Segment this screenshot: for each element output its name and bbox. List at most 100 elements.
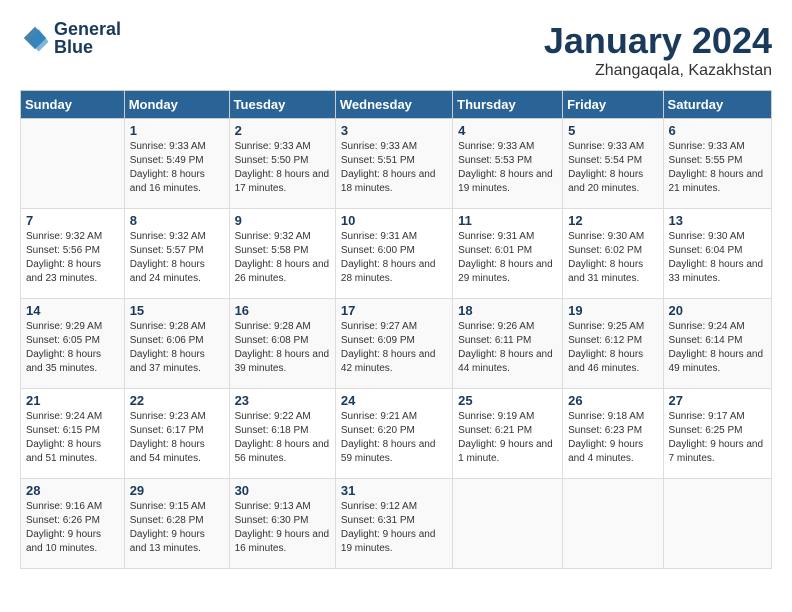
calendar-cell: 24Sunrise: 9:21 AMSunset: 6:20 PMDayligh… — [335, 389, 452, 479]
calendar-cell: 16 Sunrise: 9:28 AMSunset: 6:08 PMDayligh… — [229, 299, 335, 389]
calendar-cell: 8 Sunrise: 9:32 AMSunset: 5:57 PMDaylight… — [124, 209, 229, 299]
day-number: 29 — [130, 483, 224, 498]
logo-text: General Blue — [54, 20, 121, 56]
calendar-cell: 19 Sunrise: 9:25 AMSunset: 6:12 PMDayligh… — [563, 299, 663, 389]
logo-line1: General — [54, 20, 121, 38]
day-info: Sunrise: 9:22 AMSunset: 6:18 PMDaylight:… — [235, 410, 330, 466]
week-row-5: 28 Sunrise: 9:16 AMSunset: 6:26 PMDayligh… — [21, 479, 772, 569]
calendar-cell — [453, 479, 563, 569]
calendar-cell: 5 Sunrise: 9:33 AMSunset: 5:54 PMDaylight… — [563, 119, 663, 209]
day-info: Sunrise: 9:28 AMSunset: 6:08 PMDaylight:… — [235, 320, 330, 376]
day-info: Sunrise: 9:24 AMSunset: 6:15 PMDaylight:… — [26, 410, 119, 466]
calendar-cell — [21, 119, 125, 209]
day-number: 31 — [341, 483, 447, 498]
day-info: Sunrise: 9:28 AMSunset: 6:06 PMDaylight:… — [130, 320, 224, 376]
day-number: 17 — [341, 303, 447, 318]
week-row-2: 7Sunrise: 9:32 AMSunset: 5:56 PMDaylight… — [21, 209, 772, 299]
logo: General Blue — [20, 20, 121, 56]
day-header-monday: Monday — [124, 91, 229, 119]
day-info: Sunrise: 9:33 AMSunset: 5:49 PMDaylight:… — [130, 140, 224, 196]
day-info: Sunrise: 9:17 AMSunset: 6:25 PMDaylight:… — [669, 410, 766, 466]
day-info: Sunrise: 9:33 AMSunset: 5:55 PMDaylight:… — [669, 140, 766, 196]
day-number: 27 — [669, 393, 766, 408]
calendar-cell: 6 Sunrise: 9:33 AMSunset: 5:55 PMDaylight… — [663, 119, 771, 209]
week-row-4: 21Sunrise: 9:24 AMSunset: 6:15 PMDayligh… — [21, 389, 772, 479]
day-info: Sunrise: 9:16 AMSunset: 6:26 PMDaylight:… — [26, 500, 119, 556]
day-info: Sunrise: 9:33 AMSunset: 5:53 PMDaylight:… — [458, 140, 557, 196]
day-number: 5 — [568, 123, 657, 138]
calendar-cell: 7Sunrise: 9:32 AMSunset: 5:56 PMDaylight… — [21, 209, 125, 299]
day-number: 24 — [341, 393, 447, 408]
month-title: January 2024 — [544, 20, 772, 62]
calendar-cell: 18 Sunrise: 9:26 AMSunset: 6:11 PMDayligh… — [453, 299, 563, 389]
calendar-cell: 28 Sunrise: 9:16 AMSunset: 6:26 PMDayligh… — [21, 479, 125, 569]
day-info: Sunrise: 9:30 AMSunset: 6:02 PMDaylight:… — [568, 230, 657, 286]
title-block: January 2024 Zhangaqala, Kazakhstan — [544, 20, 772, 80]
calendar-cell: 4 Sunrise: 9:33 AMSunset: 5:53 PMDaylight… — [453, 119, 563, 209]
calendar-cell: 12Sunrise: 9:30 AMSunset: 6:02 PMDayligh… — [563, 209, 663, 299]
calendar-cell: 22Sunrise: 9:23 AMSunset: 6:17 PMDayligh… — [124, 389, 229, 479]
calendar-cell — [663, 479, 771, 569]
day-number: 23 — [235, 393, 330, 408]
logo-icon — [20, 23, 50, 53]
day-number: 10 — [341, 213, 447, 228]
day-info: Sunrise: 9:31 AMSunset: 6:01 PMDaylight:… — [458, 230, 557, 286]
week-row-3: 14Sunrise: 9:29 AMSunset: 6:05 PMDayligh… — [21, 299, 772, 389]
day-header-friday: Friday — [563, 91, 663, 119]
day-number: 16 — [235, 303, 330, 318]
day-info: Sunrise: 9:32 AMSunset: 5:58 PMDaylight:… — [235, 230, 330, 286]
day-info: Sunrise: 9:12 AMSunset: 6:31 PMDaylight:… — [341, 500, 447, 556]
calendar-cell: 29 Sunrise: 9:15 AMSunset: 6:28 PMDayligh… — [124, 479, 229, 569]
day-number: 13 — [669, 213, 766, 228]
calendar-cell — [563, 479, 663, 569]
day-number: 6 — [669, 123, 766, 138]
calendar-cell: 25Sunrise: 9:19 AMSunset: 6:21 PMDayligh… — [453, 389, 563, 479]
day-info: Sunrise: 9:15 AMSunset: 6:28 PMDaylight:… — [130, 500, 224, 556]
day-info: Sunrise: 9:18 AMSunset: 6:23 PMDaylight:… — [568, 410, 657, 466]
day-info: Sunrise: 9:13 AMSunset: 6:30 PMDaylight:… — [235, 500, 330, 556]
calendar-cell: 21Sunrise: 9:24 AMSunset: 6:15 PMDayligh… — [21, 389, 125, 479]
day-number: 22 — [130, 393, 224, 408]
day-info: Sunrise: 9:33 AMSunset: 5:50 PMDaylight:… — [235, 140, 330, 196]
week-row-1: 1 Sunrise: 9:33 AMSunset: 5:49 PMDaylight… — [21, 119, 772, 209]
day-number: 15 — [130, 303, 224, 318]
calendar-cell: 2Sunrise: 9:33 AMSunset: 5:50 PMDaylight… — [229, 119, 335, 209]
day-number: 28 — [26, 483, 119, 498]
day-number: 4 — [458, 123, 557, 138]
day-info: Sunrise: 9:26 AMSunset: 6:11 PMDaylight:… — [458, 320, 557, 376]
day-header-sunday: Sunday — [21, 91, 125, 119]
day-info: Sunrise: 9:27 AMSunset: 6:09 PMDaylight:… — [341, 320, 447, 376]
calendar-cell: 11 Sunrise: 9:31 AMSunset: 6:01 PMDayligh… — [453, 209, 563, 299]
calendar-table: SundayMondayTuesdayWednesdayThursdayFrid… — [20, 90, 772, 569]
calendar-cell: 14Sunrise: 9:29 AMSunset: 6:05 PMDayligh… — [21, 299, 125, 389]
page-header: General Blue January 2024 Zhangaqala, Ka… — [20, 20, 772, 80]
day-number: 20 — [669, 303, 766, 318]
calendar-cell: 30Sunrise: 9:13 AMSunset: 6:30 PMDayligh… — [229, 479, 335, 569]
day-header-tuesday: Tuesday — [229, 91, 335, 119]
day-number: 11 — [458, 213, 557, 228]
day-info: Sunrise: 9:25 AMSunset: 6:12 PMDaylight:… — [568, 320, 657, 376]
calendar-cell: 31 Sunrise: 9:12 AMSunset: 6:31 PMDayligh… — [335, 479, 452, 569]
day-number: 8 — [130, 213, 224, 228]
calendar-cell: 10 Sunrise: 9:31 AMSunset: 6:00 PMDayligh… — [335, 209, 452, 299]
day-info: Sunrise: 9:31 AMSunset: 6:00 PMDaylight:… — [341, 230, 447, 286]
calendar-cell: 26Sunrise: 9:18 AMSunset: 6:23 PMDayligh… — [563, 389, 663, 479]
day-header-wednesday: Wednesday — [335, 91, 452, 119]
day-number: 18 — [458, 303, 557, 318]
day-info: Sunrise: 9:33 AMSunset: 5:54 PMDaylight:… — [568, 140, 657, 196]
day-info: Sunrise: 9:30 AMSunset: 6:04 PMDaylight:… — [669, 230, 766, 286]
calendar-cell: 15 Sunrise: 9:28 AMSunset: 6:06 PMDayligh… — [124, 299, 229, 389]
day-info: Sunrise: 9:32 AMSunset: 5:57 PMDaylight:… — [130, 230, 224, 286]
location: Zhangaqala, Kazakhstan — [544, 62, 772, 80]
calendar-cell: 1 Sunrise: 9:33 AMSunset: 5:49 PMDaylight… — [124, 119, 229, 209]
day-info: Sunrise: 9:33 AMSunset: 5:51 PMDaylight:… — [341, 140, 447, 196]
logo-line2: Blue — [54, 38, 121, 56]
calendar-cell: 23 Sunrise: 9:22 AMSunset: 6:18 PMDayligh… — [229, 389, 335, 479]
calendar-cell: 17 Sunrise: 9:27 AMSunset: 6:09 PMDayligh… — [335, 299, 452, 389]
calendar-cell: 20Sunrise: 9:24 AMSunset: 6:14 PMDayligh… — [663, 299, 771, 389]
day-number: 25 — [458, 393, 557, 408]
day-header-thursday: Thursday — [453, 91, 563, 119]
day-number: 1 — [130, 123, 224, 138]
calendar-cell: 27 Sunrise: 9:17 AMSunset: 6:25 PMDayligh… — [663, 389, 771, 479]
day-number: 19 — [568, 303, 657, 318]
